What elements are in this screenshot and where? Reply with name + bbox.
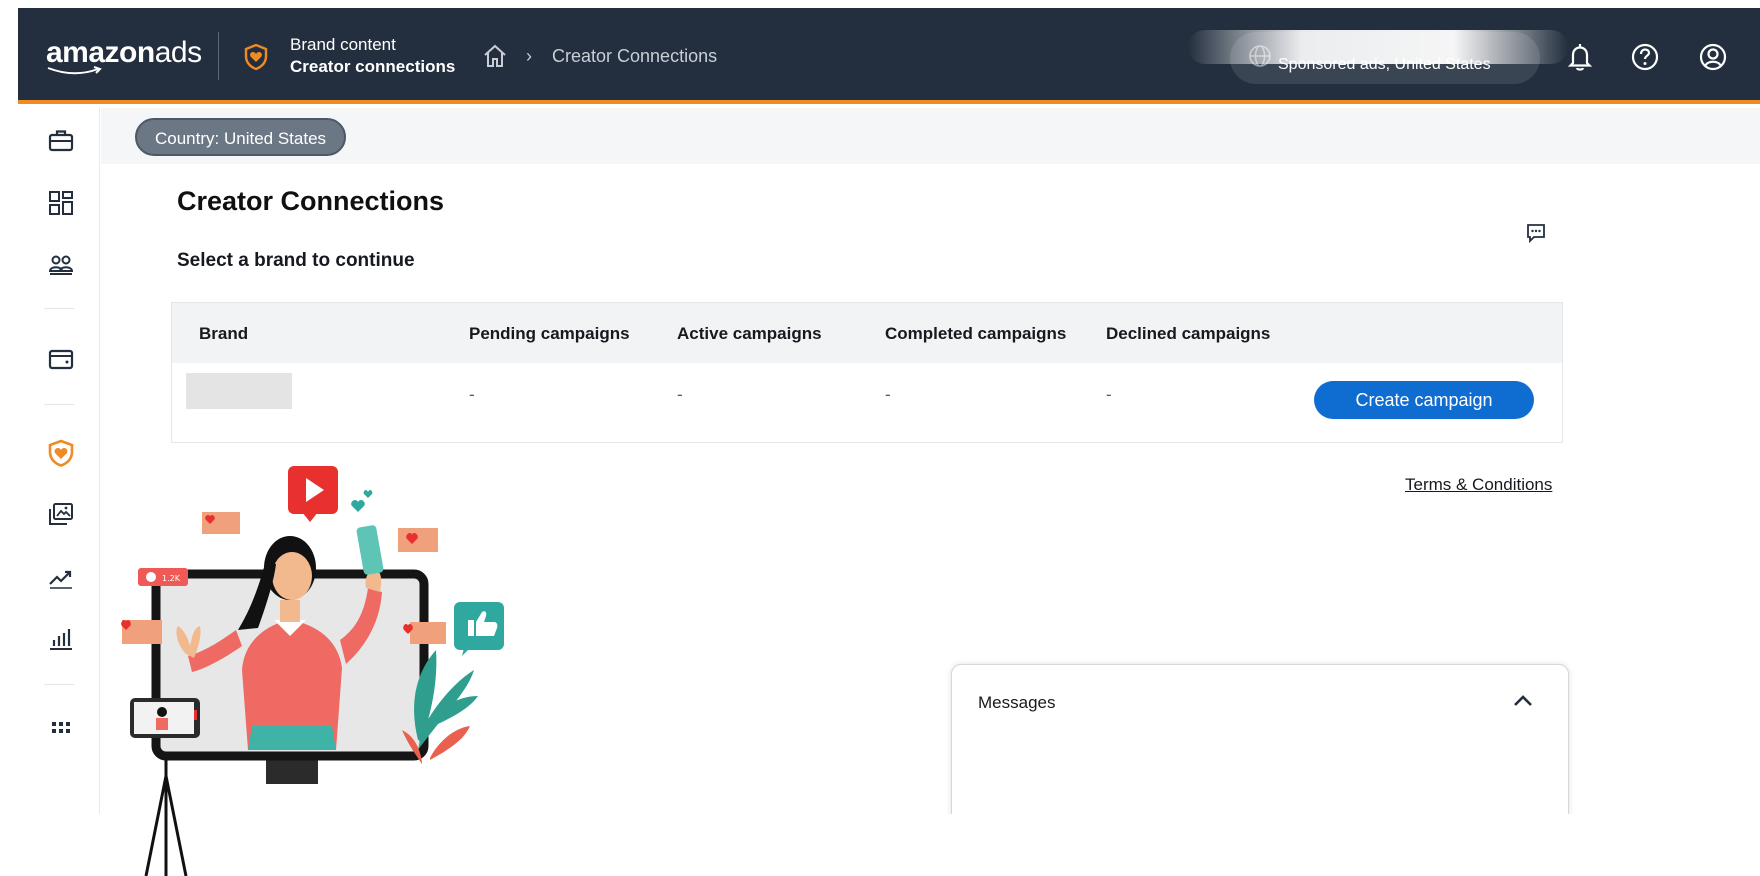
breadcrumb-current: Creator Connections [552, 46, 718, 66]
briefcase-icon[interactable] [46, 126, 76, 156]
brands-table: Brand Pending campaigns Active campaigns… [171, 302, 1563, 443]
page-subtitle: Select a brand to continue [177, 250, 415, 271]
account-scope: Sponsored ads, United States [1278, 56, 1491, 73]
wallet-icon[interactable] [46, 344, 76, 374]
messages-panel[interactable]: Messages [951, 664, 1569, 814]
filter-bar: Country: United States [101, 108, 1760, 164]
shield-heart-icon[interactable] [46, 438, 76, 468]
apps-grid-icon[interactable] [46, 712, 76, 742]
section-name: Creator connections [290, 57, 456, 76]
dashboard-icon[interactable] [46, 188, 76, 218]
messages-title: Messages [978, 693, 1056, 712]
table-header: Brand Pending campaigns Active campaigns… [172, 303, 1562, 363]
home-icon[interactable] [482, 44, 508, 68]
play-bubble-icon [288, 466, 338, 522]
country-filter-chip[interactable]: Country: United States [135, 118, 347, 156]
creator-illustration: 1.2K [121, 466, 504, 876]
globe-icon [1249, 45, 1271, 67]
rail-divider [44, 684, 74, 685]
breadcrumb-separator: › [526, 46, 532, 66]
create-campaign-button[interactable]: Create campaign [1314, 381, 1534, 419]
column-header-completed: Completed campaigns [885, 324, 1067, 343]
amazon-ads-logo[interactable]: amazonads [46, 36, 202, 70]
bell-icon[interactable] [1566, 42, 1594, 72]
declined-campaigns-value: - [1106, 385, 1112, 404]
column-header-declined: Declined campaigns [1106, 324, 1271, 343]
like-count: 1.2K [162, 574, 181, 583]
feedback-icon[interactable] [1525, 222, 1547, 244]
completed-campaigns-value: - [885, 385, 891, 404]
column-header-brand: Brand [199, 324, 249, 343]
trend-icon[interactable] [46, 562, 76, 592]
chevron-up-icon[interactable] [1512, 693, 1534, 709]
rail-divider [44, 404, 74, 405]
logo-smile-icon [47, 66, 102, 75]
section-switcher[interactable]: Brand content Creator connections [290, 34, 455, 78]
terms-and-conditions-link[interactable]: Terms & Conditions [1405, 475, 1552, 495]
audiences-icon[interactable] [46, 250, 76, 280]
help-icon[interactable] [1630, 42, 1660, 72]
tripod [144, 750, 188, 876]
redacted-brand-name [186, 373, 292, 409]
user-circle-icon[interactable] [1698, 42, 1728, 72]
bar-chart-icon[interactable] [46, 624, 76, 654]
column-header-pending: Pending campaigns [469, 324, 630, 343]
header-divider [218, 32, 219, 80]
left-nav-rail [18, 108, 100, 814]
section-label: Brand content [290, 35, 396, 54]
media-library-icon[interactable] [46, 500, 76, 530]
like-count-badge: 1.2K [138, 568, 188, 586]
thumbs-up-icon [454, 602, 504, 656]
pending-campaigns-value: - [469, 385, 475, 404]
phone-camera [130, 698, 200, 738]
page-title: Creator Connections [177, 186, 445, 216]
rail-divider [44, 308, 74, 309]
heart-icons [351, 490, 373, 512]
shield-heart-icon [244, 44, 268, 70]
column-header-active: Active campaigns [677, 324, 822, 343]
active-campaigns-value: - [677, 385, 683, 404]
top-navigation-bar: amazonads Brand content Creator connecti… [18, 8, 1760, 104]
